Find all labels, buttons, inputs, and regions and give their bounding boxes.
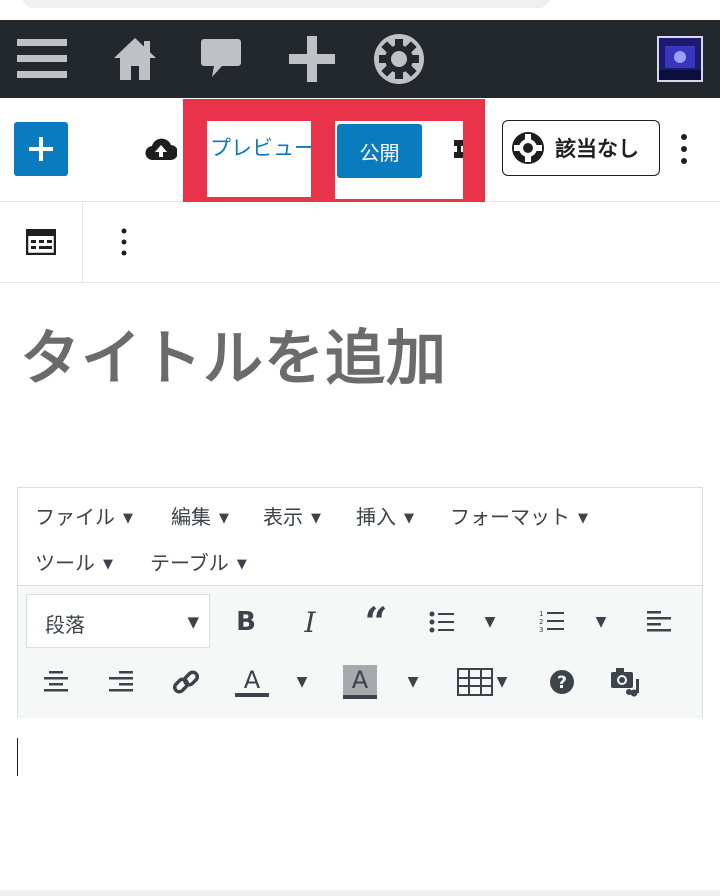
block-toolbar bbox=[0, 202, 720, 283]
browser-strip bbox=[0, 0, 720, 20]
menu-format[interactable]: フォーマット ▼ bbox=[450, 501, 588, 530]
bold-icon[interactable]: B bbox=[228, 600, 264, 644]
plugin-gear-icon bbox=[512, 132, 544, 164]
plugin-gear-icon[interactable] bbox=[372, 20, 426, 98]
home-icon[interactable] bbox=[110, 20, 160, 98]
menu-file[interactable]: ファイル ▼ bbox=[35, 501, 133, 530]
settings-button[interactable]: 該当なし bbox=[502, 120, 660, 176]
menu-label: 編集 bbox=[171, 505, 211, 529]
menu-label: フォーマット bbox=[450, 505, 570, 529]
classic-editor: ファイル ▼ 編集 ▼ 表示 ▼ 挿入 ▼ フォーマット ▼ ツール ▼ テーブル ▼ 段落 … bbox=[17, 487, 703, 718]
bottom-strip bbox=[0, 890, 720, 896]
plus-icon bbox=[29, 137, 53, 161]
add-block-button[interactable] bbox=[14, 122, 68, 176]
cloud-upload-icon bbox=[145, 138, 179, 161]
menu-label: ツール bbox=[35, 551, 95, 575]
caret-down-icon[interactable]: ▼ bbox=[290, 660, 314, 704]
table-icon[interactable]: ▼ bbox=[452, 660, 512, 704]
numbered-list-icon[interactable]: 123 bbox=[532, 600, 572, 644]
svg-text:1: 1 bbox=[539, 610, 543, 618]
caret-down-icon[interactable]: ▼ bbox=[478, 600, 502, 644]
menu-label: 挿入 bbox=[356, 505, 396, 529]
admin-bar bbox=[0, 20, 720, 98]
vertical-ellipsis-icon bbox=[121, 228, 127, 256]
text-color-icon[interactable]: A bbox=[232, 660, 272, 704]
menu-table[interactable]: テーブル ▼ bbox=[150, 547, 247, 576]
highlight-box-preview bbox=[183, 99, 333, 219]
svg-text:3: 3 bbox=[539, 626, 543, 634]
save-draft-button[interactable] bbox=[145, 136, 179, 166]
plus-icon[interactable] bbox=[288, 20, 336, 98]
block-type-button[interactable] bbox=[0, 202, 83, 282]
caret-down-icon: ▼ bbox=[103, 557, 113, 572]
editor-toolbar: 段落 ▼ B I “ ▼ 123 ▼ A ▼ A ▼ ▼ ? bbox=[18, 585, 702, 718]
text-cursor bbox=[17, 738, 18, 776]
background-color-icon[interactable]: A bbox=[340, 660, 380, 704]
align-right-icon[interactable] bbox=[100, 660, 140, 704]
post-title-placeholder[interactable]: タイトルを追加 bbox=[20, 310, 447, 397]
align-left-icon[interactable] bbox=[640, 600, 680, 644]
classic-block-icon bbox=[26, 229, 56, 255]
blockquote-icon[interactable]: “ bbox=[356, 599, 396, 646]
menu-icon[interactable] bbox=[14, 20, 70, 98]
vertical-ellipsis-icon bbox=[681, 134, 687, 164]
caret-down-icon: ▼ bbox=[311, 511, 321, 526]
avatar[interactable] bbox=[656, 20, 704, 98]
caret-down-icon: ▼ bbox=[123, 511, 133, 526]
media-icon[interactable] bbox=[606, 660, 646, 704]
menu-label: ファイル bbox=[35, 505, 115, 529]
more-options-button[interactable] bbox=[674, 132, 694, 170]
caret-down-icon[interactable]: ▼ bbox=[589, 600, 613, 644]
menu-tools[interactable]: ツール ▼ bbox=[35, 547, 113, 576]
caret-down-icon: ▼ bbox=[219, 511, 229, 526]
menu-insert[interactable]: 挿入 ▼ bbox=[356, 501, 414, 530]
italic-icon[interactable]: I bbox=[292, 600, 328, 644]
caret-down-icon[interactable]: ▼ bbox=[401, 660, 425, 704]
caret-down-icon: ▼ bbox=[187, 613, 199, 631]
help-icon[interactable]: ? bbox=[542, 660, 582, 704]
menu-edit[interactable]: 編集 ▼ bbox=[171, 501, 229, 530]
menu-label: テーブル bbox=[150, 551, 229, 575]
menu-view[interactable]: 表示 ▼ bbox=[263, 501, 321, 530]
block-more-options-button[interactable] bbox=[114, 226, 134, 262]
bullet-list-icon[interactable] bbox=[422, 600, 462, 644]
caret-down-icon: ▼ bbox=[236, 557, 247, 572]
align-center-icon[interactable] bbox=[36, 660, 76, 704]
svg-text:2: 2 bbox=[539, 618, 543, 626]
caret-down-icon: ▼ bbox=[578, 511, 588, 526]
address-bar[interactable] bbox=[22, 0, 550, 8]
format-select-value: 段落 bbox=[45, 613, 85, 637]
format-select[interactable]: 段落 ▼ bbox=[26, 594, 210, 648]
comment-icon[interactable] bbox=[198, 20, 244, 98]
caret-down-icon: ▼ bbox=[404, 511, 414, 526]
link-icon[interactable] bbox=[166, 660, 206, 704]
svg-text:?: ? bbox=[557, 673, 567, 693]
settings-label: 該当なし bbox=[555, 137, 639, 161]
menu-label: 表示 bbox=[263, 505, 303, 529]
